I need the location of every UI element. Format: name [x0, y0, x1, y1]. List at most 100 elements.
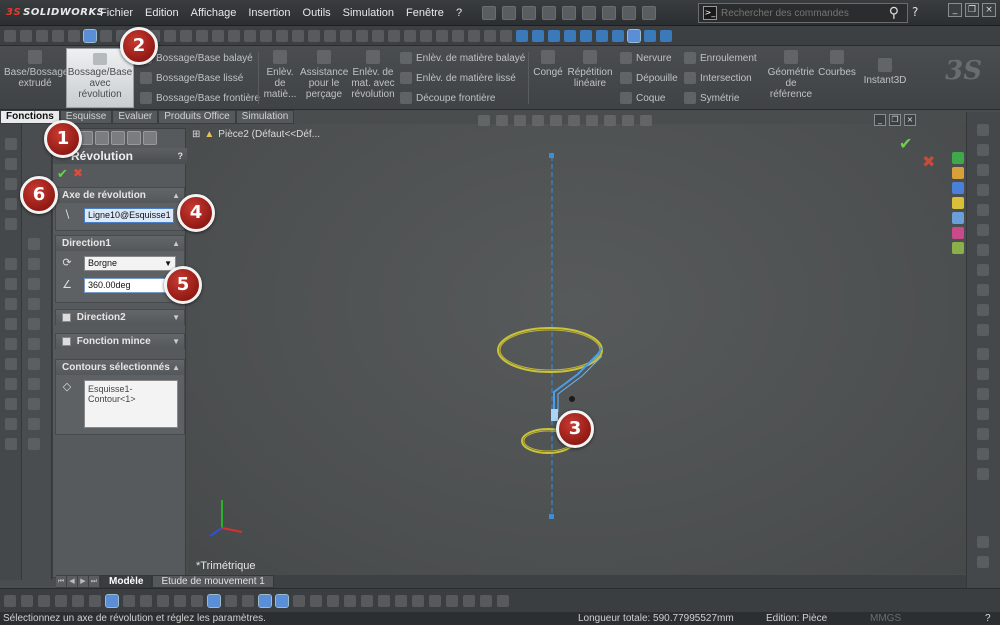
selected-contours-header[interactable]: Contours sélectionnés ▲	[56, 360, 184, 375]
view-cube-icon-5[interactable]	[580, 29, 592, 42]
selected-contours-list[interactable]: Esquisse1-Contour<1>	[84, 380, 178, 428]
polygon-tool-icon[interactable]	[977, 264, 989, 276]
collapse-chevron-icon[interactable]: ▲	[172, 188, 180, 203]
save-icon[interactable]	[542, 5, 557, 20]
toolbar-icon-5[interactable]	[68, 29, 80, 42]
strip-icon[interactable]	[28, 358, 40, 370]
toolbar-icon-31[interactable]	[484, 29, 496, 42]
appearances-icon[interactable]	[952, 227, 964, 239]
curves-button[interactable]: Courbes	[818, 50, 856, 78]
view-cube-icon-7[interactable]	[612, 29, 624, 42]
model-viewport[interactable]	[188, 124, 966, 574]
menu-fichier[interactable]: Fichier	[94, 0, 139, 26]
strip-icon[interactable]	[28, 238, 40, 250]
strip-icon[interactable]	[28, 438, 40, 450]
direction2-checkbox[interactable]	[62, 312, 71, 322]
bottom-tool-icon[interactable]	[55, 594, 67, 607]
toolbar-icon-20[interactable]	[308, 29, 320, 42]
strip-icon[interactable]	[5, 318, 17, 330]
wrap-button[interactable]: Enroulement	[684, 52, 757, 64]
last-tab-icon[interactable]: ⏭	[89, 576, 99, 587]
status-help-icon[interactable]: ?	[985, 612, 991, 625]
spline-tool-icon[interactable]	[977, 244, 989, 256]
bottom-tool-icon[interactable]	[258, 593, 272, 608]
tab-evaluer[interactable]: Evaluer	[112, 110, 159, 124]
direction1-header[interactable]: Direction1 ▲	[56, 236, 184, 251]
tab-simulation[interactable]: Simulation	[235, 110, 295, 124]
thin-feature-header[interactable]: Fonction mince ▼	[56, 334, 184, 349]
bottom-tool-icon[interactable]	[191, 594, 203, 607]
toolbar-icon-7[interactable]	[100, 29, 112, 42]
dimxpert-tab-icon[interactable]	[127, 131, 141, 145]
zoom-area-icon[interactable]	[496, 114, 508, 126]
toolbar-icon-11[interactable]	[164, 29, 176, 42]
display-style-icon[interactable]	[568, 114, 580, 126]
strip-icon[interactable]	[5, 198, 17, 210]
toolbar-icon-2[interactable]	[20, 29, 32, 42]
expand-chevron-icon[interactable]: ▼	[172, 334, 180, 349]
mirror-sketch-icon[interactable]	[977, 348, 989, 360]
thin-feature-checkbox[interactable]	[62, 336, 71, 346]
strip-icon[interactable]	[5, 398, 17, 410]
bottom-tool-icon[interactable]	[344, 594, 356, 607]
strip-icon[interactable]	[5, 178, 17, 190]
undo-icon[interactable]	[582, 5, 597, 20]
arc-tool-icon[interactable]	[977, 224, 989, 236]
toolbar-icon-1[interactable]	[4, 29, 16, 42]
shell-button[interactable]: Coque	[620, 92, 665, 104]
graphics-area[interactable]	[188, 124, 966, 574]
bottom-tool-icon[interactable]	[412, 594, 424, 607]
confirm-corner-ok-icon[interactable]: ✔	[899, 134, 912, 153]
toolbar-icon-24[interactable]	[372, 29, 384, 42]
view-cube-icon-4[interactable]	[564, 29, 576, 42]
bottom-tool-icon[interactable]	[327, 594, 339, 607]
toolbar-icon-30[interactable]	[468, 29, 480, 42]
zoom-to-fit-icon[interactable]	[478, 114, 490, 126]
scene-icon[interactable]	[622, 114, 634, 126]
strip-icon[interactable]	[28, 378, 40, 390]
new-document-icon[interactable]	[502, 5, 517, 20]
select-icon[interactable]	[602, 5, 617, 20]
view-cube-icon-10[interactable]	[660, 29, 672, 42]
angle-input[interactable]: 360.00deg	[84, 278, 176, 293]
contour-list-item[interactable]: Esquisse1-Contour<1>	[88, 384, 136, 404]
view-cube-icon-6[interactable]	[596, 29, 608, 42]
offset-sketch-icon[interactable]	[977, 368, 989, 380]
bottom-tool-icon[interactable]	[293, 594, 305, 607]
toolbar-icon-25[interactable]	[388, 29, 400, 42]
strip-icon[interactable]	[5, 298, 17, 310]
trim-sketch-icon[interactable]	[977, 388, 989, 400]
bottom-tool-icon[interactable]	[395, 594, 407, 607]
bottom-tool-icon[interactable]	[361, 594, 373, 607]
strip-icon[interactable]	[5, 278, 17, 290]
bottom-tool-icon[interactable]	[480, 594, 492, 607]
doc-restore-icon[interactable]: ❐	[889, 114, 901, 126]
doc-close-icon[interactable]: ×	[904, 114, 916, 126]
strip-icon[interactable]	[28, 398, 40, 410]
hide-show-icon[interactable]	[586, 114, 598, 126]
strip-icon[interactable]	[28, 418, 40, 430]
strip-icon[interactable]	[977, 556, 989, 568]
configuration-tab-icon[interactable]	[111, 131, 125, 145]
menu-simulation[interactable]: Simulation	[337, 0, 400, 26]
toolbar-icon-17[interactable]	[260, 29, 272, 42]
feature-tree-root[interactable]: ⊞ ▲ Pièce2 (Défaut<<Déf...	[192, 129, 320, 140]
strip-icon[interactable]	[5, 218, 17, 230]
bottom-tool-icon[interactable]	[207, 593, 221, 608]
menu-fenetre[interactable]: Fenêtre	[400, 0, 450, 26]
rectangle-tool-icon[interactable]	[977, 184, 989, 196]
circle-tool-icon[interactable]	[977, 204, 989, 216]
file-explorer-icon[interactable]	[952, 182, 964, 194]
collapse-chevron-icon[interactable]: ▲	[172, 236, 180, 251]
bottom-tool-icon[interactable]	[463, 594, 475, 607]
strip-icon[interactable]	[5, 258, 17, 270]
confirm-corner-cancel-icon[interactable]: ✖	[922, 152, 935, 171]
instant3d-button[interactable]: Instant3D	[860, 58, 910, 86]
toolbar-icon-15[interactable]	[228, 29, 240, 42]
centerline-tool-icon[interactable]	[977, 324, 989, 336]
toolbar-icon-21[interactable]	[324, 29, 336, 42]
view-cube-icon-1[interactable]	[516, 29, 528, 42]
collapse-chevron-icon[interactable]: ▲	[172, 360, 180, 375]
point-tool-icon[interactable]	[977, 304, 989, 316]
toolbar-icon-23[interactable]	[356, 29, 368, 42]
